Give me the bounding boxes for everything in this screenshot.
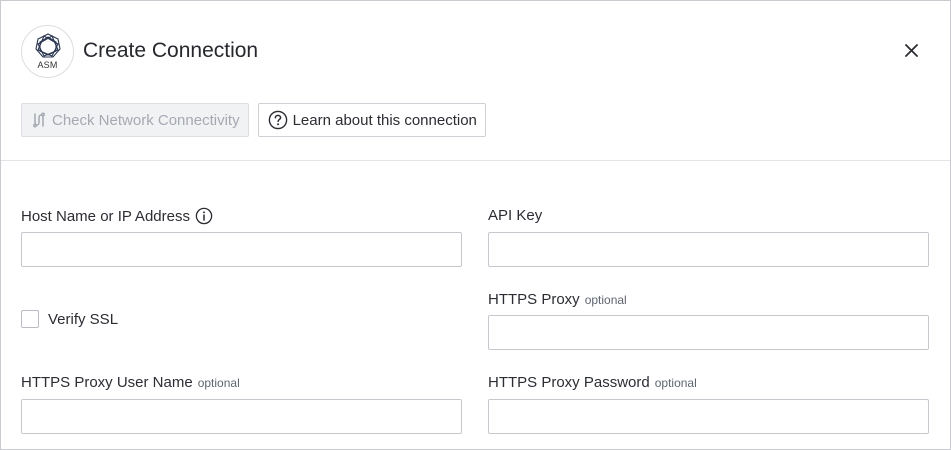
check-network-connectivity-button[interactable]: Check Network Connectivity [21, 103, 249, 137]
api-key-label: API Key [488, 207, 542, 224]
api-key-label-text: API Key [488, 207, 543, 224]
learn-about-connection-button[interactable]: Learn about this connection [257, 103, 486, 137]
https-proxy-input[interactable] [488, 315, 929, 350]
check-network-label: Check Network Connectivity [52, 111, 240, 129]
learn-label: Learn about this connection [292, 111, 477, 129]
api-key-input[interactable] [488, 232, 929, 267]
network-icon [31, 112, 47, 128]
proxy-password-input[interactable] [488, 399, 929, 434]
proxy-password-label: HTTPS Proxy Password optional [488, 374, 697, 391]
help-circle-icon [268, 110, 288, 130]
https-proxy-label-text: HTTPS Proxy [488, 291, 580, 308]
proxy-password-label-text: HTTPS Proxy Password [488, 374, 650, 391]
asm-logo: ASM [21, 24, 74, 78]
close-button[interactable] [900, 39, 922, 61]
create-connection-dialog: ASM Create Connection Check Network Conn… [0, 0, 951, 450]
close-icon [904, 43, 918, 57]
dialog-title: Create Connection [83, 39, 259, 62]
optional-tag: optional [654, 375, 697, 390]
host-label: Host Name or IP Address [21, 207, 213, 225]
logo-text: ASM [37, 59, 58, 70]
verify-ssl-label: Verify SSL [48, 310, 119, 328]
dialog-header: ASM Create Connection [21, 24, 258, 78]
verify-ssl-checkbox-row[interactable]: Verify SSL [21, 310, 118, 328]
info-icon[interactable] [195, 207, 213, 225]
asm-logo-icon [34, 32, 61, 58]
optional-tag: optional [197, 375, 240, 390]
proxy-user-label-text: HTTPS Proxy User Name [21, 374, 193, 391]
header-divider [1, 160, 950, 161]
toolbar: Check Network Connectivity Learn about t… [21, 103, 486, 137]
proxy-user-input[interactable] [21, 399, 462, 434]
host-label-text: Host Name or IP Address [21, 207, 190, 225]
optional-tag: optional [584, 292, 627, 307]
https-proxy-label: HTTPS Proxy optional [488, 291, 627, 308]
host-input[interactable] [21, 232, 462, 267]
proxy-user-label: HTTPS Proxy User Name optional [21, 374, 240, 391]
verify-ssl-checkbox[interactable] [21, 310, 39, 328]
